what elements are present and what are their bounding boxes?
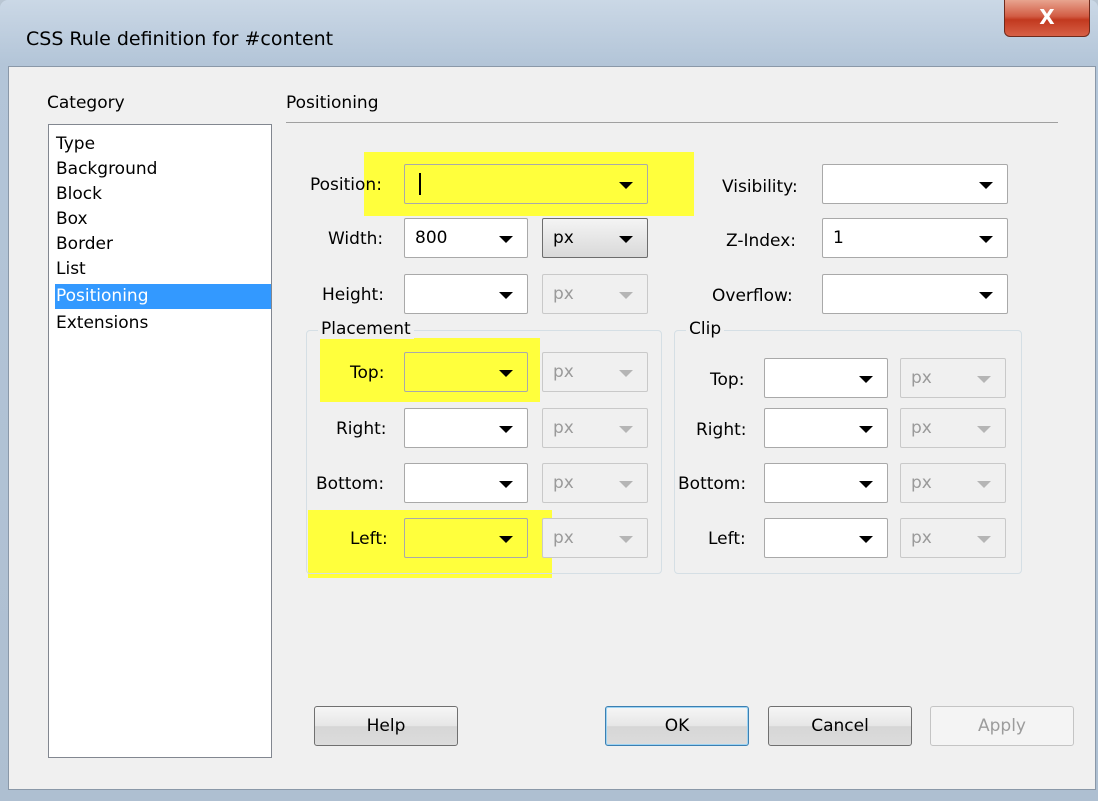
chevron-down-icon: [859, 376, 873, 383]
apply-button[interactable]: Apply: [930, 706, 1074, 746]
category-item-extensions[interactable]: Extensions: [55, 311, 271, 336]
visibility-select[interactable]: [822, 164, 1008, 204]
chevron-down-icon: [619, 182, 633, 189]
placement-right-select[interactable]: [404, 408, 528, 448]
chevron-down-icon: [499, 236, 513, 243]
overflow-label: Overflow:: [712, 286, 793, 306]
chevron-down-icon: [619, 481, 633, 488]
chevron-down-icon: [499, 370, 513, 377]
chevron-down-icon: [619, 426, 633, 433]
category-item-type[interactable]: Type: [55, 132, 271, 157]
chevron-down-icon: [619, 370, 633, 377]
cancel-button[interactable]: Cancel: [768, 706, 912, 746]
position-label: Position:: [310, 175, 382, 195]
clip-bottom-select[interactable]: [764, 463, 888, 503]
width-unit-select[interactable]: px: [542, 218, 648, 258]
chevron-down-icon: [859, 536, 873, 543]
placement-right-unit-select[interactable]: px: [542, 408, 648, 448]
clip-right-label: Right:: [696, 420, 747, 440]
clip-right-select[interactable]: [764, 408, 888, 448]
close-icon: X: [1039, 5, 1055, 29]
chevron-down-icon: [619, 236, 633, 243]
category-item-positioning[interactable]: Positioning: [55, 284, 271, 309]
placement-top-select[interactable]: [404, 352, 528, 392]
category-item-list[interactable]: List: [55, 257, 271, 282]
chevron-down-icon: [859, 426, 873, 433]
position-select[interactable]: [404, 164, 648, 204]
placement-left-select[interactable]: [404, 518, 528, 558]
category-item-block[interactable]: Block: [55, 182, 271, 207]
chevron-down-icon: [979, 182, 993, 189]
category-item-border[interactable]: Border: [55, 232, 271, 257]
placement-bottom-unit-select[interactable]: px: [542, 463, 648, 503]
clip-top-unit-select[interactable]: px: [900, 358, 1006, 398]
chevron-down-icon: [499, 292, 513, 299]
close-button[interactable]: X: [1004, 0, 1090, 37]
placement-left-unit-select[interactable]: px: [542, 518, 648, 558]
chevron-down-icon: [977, 426, 991, 433]
visibility-label: Visibility:: [722, 177, 798, 197]
category-header: Category: [47, 93, 125, 113]
chevron-down-icon: [977, 536, 991, 543]
chevron-down-icon: [499, 481, 513, 488]
overflow-select[interactable]: [822, 274, 1008, 314]
chevron-down-icon: [977, 481, 991, 488]
category-list[interactable]: Type Background Block Box Border List Po…: [48, 124, 272, 758]
ok-button[interactable]: OK: [605, 706, 749, 746]
clip-group-title: Clip: [686, 319, 725, 339]
height-unit-select[interactable]: px: [542, 274, 648, 314]
category-item-box[interactable]: Box: [55, 207, 271, 232]
section-divider: [286, 122, 1058, 123]
placement-left-label: Left:: [350, 529, 388, 549]
clip-bottom-unit-select[interactable]: px: [900, 463, 1006, 503]
placement-group-title: Placement: [318, 319, 414, 339]
chevron-down-icon: [979, 236, 993, 243]
placement-right-label: Right:: [336, 419, 387, 439]
help-button[interactable]: Help: [314, 706, 458, 746]
chevron-down-icon: [859, 481, 873, 488]
chevron-down-icon: [979, 292, 993, 299]
window-title: CSS Rule definition for #content: [26, 28, 334, 50]
clip-left-label: Left:: [708, 529, 746, 549]
chevron-down-icon: [619, 536, 633, 543]
width-label: Width:: [328, 229, 384, 249]
clip-top-label: Top:: [710, 370, 745, 390]
clip-bottom-label: Bottom:: [678, 474, 747, 494]
clip-left-unit-select[interactable]: px: [900, 518, 1006, 558]
height-select[interactable]: [404, 274, 528, 314]
chevron-down-icon: [499, 536, 513, 543]
zindex-label: Z-Index:: [726, 231, 797, 251]
height-label: Height:: [322, 285, 384, 305]
chevron-down-icon: [977, 376, 991, 383]
placement-top-label: Top:: [350, 363, 385, 383]
placement-bottom-label: Bottom:: [316, 474, 385, 494]
category-item-background[interactable]: Background: [55, 157, 271, 182]
width-select[interactable]: 800: [404, 218, 528, 258]
chevron-down-icon: [619, 292, 633, 299]
placement-top-unit-select[interactable]: px: [542, 352, 648, 392]
section-title: Positioning: [286, 93, 379, 113]
clip-right-unit-select[interactable]: px: [900, 408, 1006, 448]
text-caret: [419, 173, 421, 195]
clip-top-select[interactable]: [764, 358, 888, 398]
zindex-select[interactable]: 1: [822, 218, 1008, 258]
clip-left-select[interactable]: [764, 518, 888, 558]
chevron-down-icon: [499, 426, 513, 433]
placement-bottom-select[interactable]: [404, 463, 528, 503]
